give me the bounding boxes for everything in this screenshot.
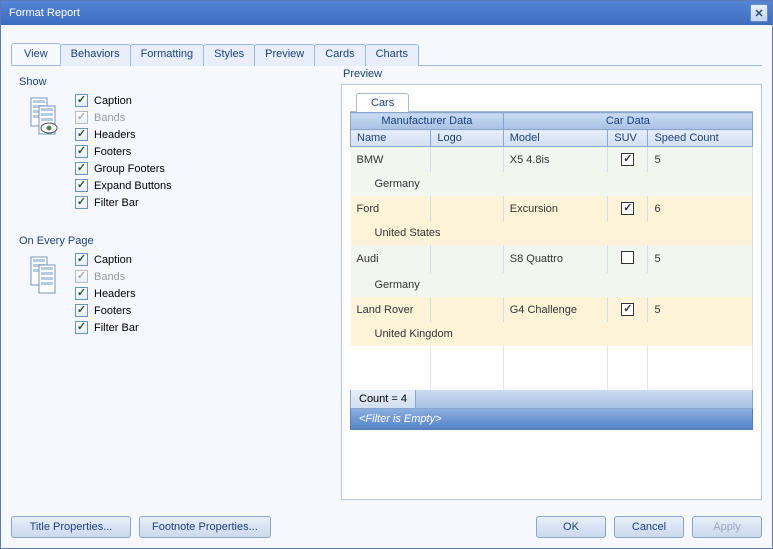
table-row[interactable]: BMW X5 4.8is 5 xyxy=(351,147,753,173)
suv-checkbox-icon xyxy=(621,153,634,166)
every-page-checklist: Caption Bands Headers Footers Filter Bar xyxy=(75,251,323,336)
count-cell: Count = 4 xyxy=(351,390,416,408)
check-caption[interactable]: Caption xyxy=(75,92,323,109)
group-row[interactable]: United Kingdom xyxy=(351,322,753,346)
window: Format Report ✕ View Behaviors Formattin… xyxy=(0,0,773,549)
tab-cars[interactable]: Cars xyxy=(356,93,409,112)
checkbox-icon xyxy=(75,111,88,124)
checkbox-icon xyxy=(75,287,88,300)
band-manufacturer[interactable]: Manufacturer Data xyxy=(351,113,504,130)
check-footers[interactable]: Footers xyxy=(75,143,323,160)
title-properties-button[interactable]: Title Properties... xyxy=(11,516,131,538)
group-row[interactable]: Germany xyxy=(351,273,753,297)
close-button[interactable]: ✕ xyxy=(750,4,768,22)
group-show-label: Show xyxy=(19,76,323,88)
group-row[interactable]: United States xyxy=(351,221,753,245)
group-every-page: On Every Page xyxy=(11,227,331,344)
tab-formatting[interactable]: Formatting xyxy=(130,44,205,66)
checkbox-icon xyxy=(75,145,88,158)
check-filter-bar[interactable]: Filter Bar xyxy=(75,194,323,211)
every-page-icon xyxy=(19,251,75,295)
col-speed[interactable]: Speed Count xyxy=(648,130,753,147)
checkbox-icon xyxy=(75,253,88,266)
table-row[interactable]: Audi S8 Quattro 5 xyxy=(351,245,753,273)
tab-charts[interactable]: Charts xyxy=(365,44,419,66)
checkbox-icon xyxy=(75,321,88,334)
table-row[interactable]: Land Rover G4 Challenge 5 xyxy=(351,297,753,322)
checkbox-icon xyxy=(75,128,88,141)
main-tabs: View Behaviors Formatting Styles Preview… xyxy=(11,43,762,66)
apply-button[interactable]: Apply xyxy=(692,516,762,538)
cancel-button[interactable]: Cancel xyxy=(614,516,684,538)
filter-bar[interactable]: <Filter is Empty> xyxy=(350,409,753,430)
dialog-body: View Behaviors Formatting Styles Preview… xyxy=(1,25,772,508)
col-logo[interactable]: Logo xyxy=(431,130,503,147)
ok-button[interactable]: OK xyxy=(536,516,606,538)
checkbox-icon xyxy=(75,94,88,107)
tab-cards[interactable]: Cards xyxy=(314,44,365,66)
preview-grid: Manufacturer Data Car Data Name Logo Mod… xyxy=(350,112,753,390)
show-icon xyxy=(19,92,75,136)
check-bands: Bands xyxy=(75,109,323,126)
checkbox-icon xyxy=(75,196,88,209)
group-show: Show xyxy=(11,68,331,219)
check-ep-filter-bar[interactable]: Filter Bar xyxy=(75,319,323,336)
check-group-footers[interactable]: Group Footers xyxy=(75,160,323,177)
checkbox-icon xyxy=(75,270,88,283)
close-icon: ✕ xyxy=(754,7,763,20)
col-name[interactable]: Name xyxy=(351,130,431,147)
group-every-page-label: On Every Page xyxy=(19,235,323,247)
preview-inner-tabs: Cars xyxy=(350,93,753,112)
preview-pane: Cars Manufacturer Data Car Data Name Log… xyxy=(341,84,762,500)
checkbox-icon xyxy=(75,162,88,175)
tab-styles[interactable]: Styles xyxy=(203,44,255,66)
group-row[interactable]: Germany xyxy=(351,172,753,196)
suv-checkbox-icon xyxy=(621,202,634,215)
table-row[interactable]: Ford Excursion 6 xyxy=(351,196,753,221)
col-suv[interactable]: SUV xyxy=(608,130,648,147)
col-model[interactable]: Model xyxy=(503,130,608,147)
show-checklist: Caption Bands Headers Footers Group Foot… xyxy=(75,92,323,211)
checkbox-icon xyxy=(75,179,88,192)
suv-checkbox-icon xyxy=(621,303,634,316)
titlebar: Format Report ✕ xyxy=(1,1,772,25)
suv-checkbox-icon xyxy=(621,251,634,264)
band-car[interactable]: Car Data xyxy=(503,113,752,130)
tab-view[interactable]: View xyxy=(11,43,61,65)
right-column: Preview Cars Manufacturer Data Car Data xyxy=(341,68,762,500)
window-title: Format Report xyxy=(9,7,750,19)
check-ep-footers[interactable]: Footers xyxy=(75,302,323,319)
check-ep-caption[interactable]: Caption xyxy=(75,251,323,268)
checkbox-icon xyxy=(75,304,88,317)
tab-content: Show xyxy=(11,66,762,500)
footer-row: Count = 4 xyxy=(350,390,753,409)
tab-preview[interactable]: Preview xyxy=(254,44,315,66)
preview-label: Preview xyxy=(341,68,762,80)
table-row xyxy=(351,346,753,368)
left-column: Show xyxy=(11,68,331,500)
check-expand-buttons[interactable]: Expand Buttons xyxy=(75,177,323,194)
footnote-properties-button[interactable]: Footnote Properties... xyxy=(139,516,271,538)
check-ep-bands: Bands xyxy=(75,268,323,285)
footer-buttons: Title Properties... Footnote Properties.… xyxy=(1,508,772,548)
table-row xyxy=(351,368,753,390)
check-headers[interactable]: Headers xyxy=(75,126,323,143)
tab-behaviors[interactable]: Behaviors xyxy=(60,44,131,66)
check-ep-headers[interactable]: Headers xyxy=(75,285,323,302)
